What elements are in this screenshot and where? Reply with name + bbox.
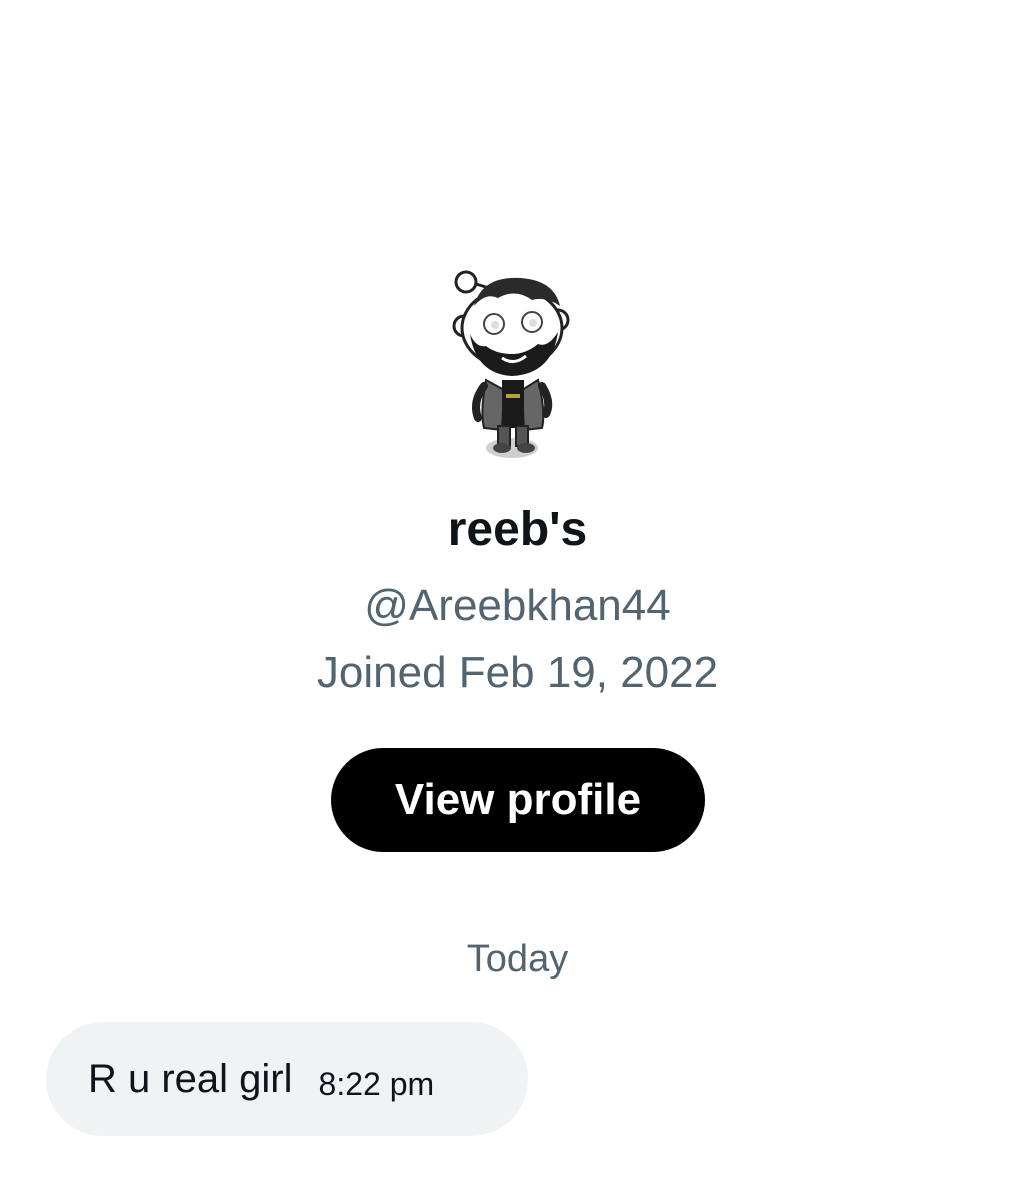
message-text: R u real girl xyxy=(88,1057,293,1101)
date-divider: Today xyxy=(466,938,569,980)
avatar[interactable] xyxy=(446,262,574,468)
snoo-avatar-icon xyxy=(452,270,570,458)
user-handle: @Areebkhan44 xyxy=(364,581,671,630)
joined-date: Joined Feb 19, 2022 xyxy=(316,648,719,697)
view-profile-button[interactable]: View profile xyxy=(331,748,705,852)
display-name: reeb's xyxy=(447,503,588,556)
message-timestamp: 8:22 pm xyxy=(318,1066,435,1102)
message-bubble[interactable]: R u real girl 8:22 pm xyxy=(46,1022,528,1136)
